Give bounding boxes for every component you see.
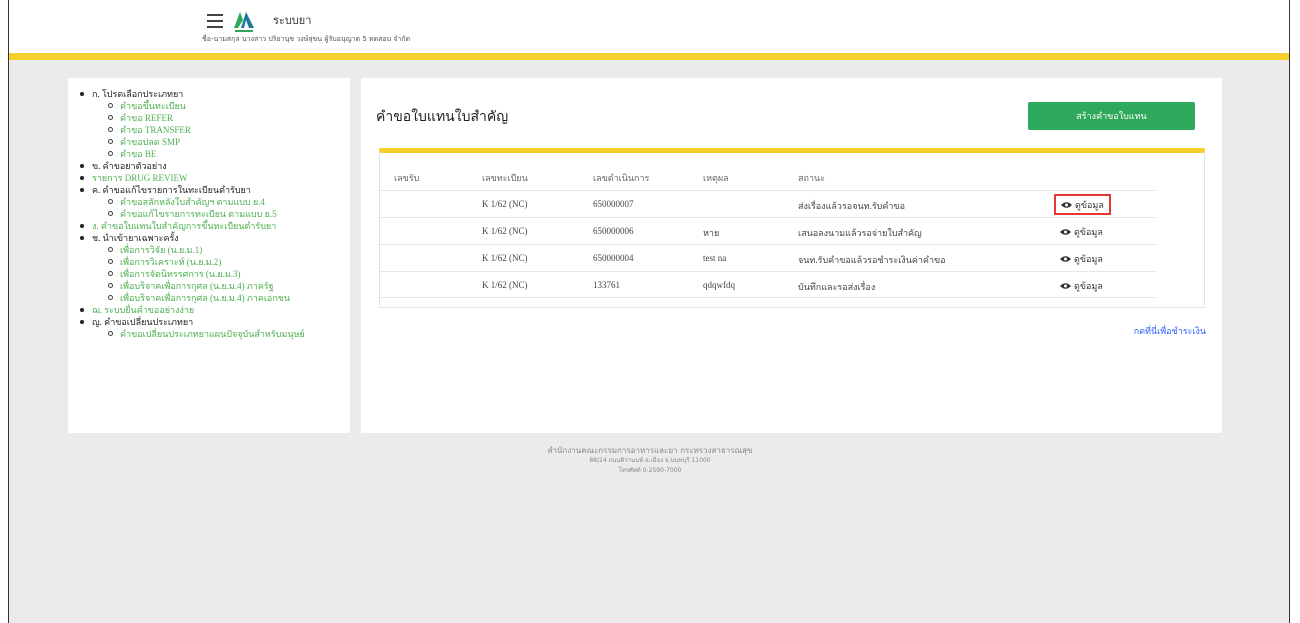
view-button[interactable]: ดูข้อมูล — [1054, 194, 1111, 215]
view-button[interactable]: ดูข้อมูล — [1054, 221, 1109, 242]
sidebar-section-import: ช. นำเข้ายาเฉพาะครั้ง — [80, 232, 350, 244]
page-title: คำขอใบแทนใบสำคัญ — [376, 109, 509, 125]
logo-icon — [234, 12, 254, 32]
payment-link[interactable]: กดที่นี่เพื่อชำระเงิน — [1134, 324, 1206, 338]
sidebar-item-refer[interactable]: คำขอ REFER — [80, 112, 350, 124]
table-row: K 1/62 (NC) 650000007 ส่งเรื่องแล้วรอจนท… — [380, 190, 1156, 217]
requests-table: เลขรับ เลขทะเบียน เลขดำเนินการ เหตุผล สถ… — [379, 148, 1205, 308]
sidebar-menu: ก. โปรดเลือกประเภทยา คำขอขึ้นทะเบียน คำข… — [68, 78, 350, 433]
eye-icon — [1061, 201, 1072, 208]
table-row: K 1/62 (NC) 133761 qdqwfdq บันทึกและรอส่… — [380, 271, 1156, 298]
sidebar-item-drug-review[interactable]: รายการ DRUG REVIEW — [80, 172, 350, 184]
col-receive-no: เลขรับ — [394, 173, 420, 183]
col-status: สถานะ — [798, 173, 825, 183]
col-reg-no: เลขทะเบียน — [482, 173, 528, 183]
table-row: K 1/62 (NC) 650000006 หาย เสนอลงนามแล้วร… — [380, 217, 1156, 244]
sidebar-item-be[interactable]: คำขอ BE — [80, 148, 350, 160]
create-replacement-button[interactable]: สร้างคำขอใบแทน — [1028, 102, 1195, 130]
sidebar-section-b: ข. คำขอยาตัวอย่าง — [80, 160, 350, 172]
header-accent-bar — [9, 53, 1289, 60]
sidebar-section-a: ก. โปรดเลือกประเภทยา — [80, 88, 350, 100]
main-panel: คำขอใบแทนใบสำคัญ สร้างคำขอใบแทน เลขรับ เ… — [361, 78, 1222, 433]
sidebar-item-transfer[interactable]: คำขอ TRANSFER — [80, 124, 350, 136]
sidebar-item-research[interactable]: เพื่อการวิจัย (น.ย.ม.1) — [80, 244, 350, 256]
footer-phone: โทรศัพท์ 0-2590-7000 — [618, 467, 682, 474]
sidebar-item-exhibition[interactable]: เพื่อการจัดนิทรรศการ (น.ย.ม.3) — [80, 268, 350, 280]
sidebar-item-simple-request[interactable]: ฌ. ระบบยื่นคำขออย่างง่าย — [80, 304, 350, 316]
eye-icon — [1060, 255, 1071, 262]
sidebar-section-change-type: ญ. คำขอเปลี่ยนประเภทยา — [80, 316, 350, 328]
table-row: K 1/62 (NC) 650000004 test na จนท.รับคำข… — [380, 244, 1156, 271]
sidebar-item-y4[interactable]: คำขอสลักหลังใบสำคัญฯ ตามแบบ ย.4 — [80, 196, 350, 208]
view-button[interactable]: ดูข้อมูล — [1054, 275, 1109, 296]
table-header: เลขรับ เลขทะเบียน เลขดำเนินการ เหตุผล สถ… — [380, 163, 1156, 190]
footer: สำนักงานคณะกรรมการอาหารและยา กระทรวงสาธา… — [0, 446, 1300, 476]
sidebar-item-smp[interactable]: คำขอปลด SMP — [80, 136, 350, 148]
hamburger-icon[interactable] — [207, 14, 223, 28]
footer-org: สำนักงานคณะกรรมการอาหารและยา กระทรวงสาธา… — [547, 446, 753, 455]
eye-icon — [1060, 228, 1071, 235]
header: ระบบยา ชื่อ-นามสกุล นางสาว ปริยานุช วงษ์… — [9, 0, 1289, 53]
sidebar-item-y5[interactable]: คำขอแก้ไขรายการทะเบียน ตามแบบ ย.5 — [80, 208, 350, 220]
col-reason: เหตุผล — [703, 173, 729, 183]
sidebar-item-register[interactable]: คำขอขึ้นทะเบียน — [80, 100, 350, 112]
sidebar-item-donate-gov[interactable]: เพื่อบริจาคเพื่อการกุศล (น.ย.ม.4) ภาครัฐ — [80, 280, 350, 292]
sidebar-item-change-type-human[interactable]: คำขอเปลี่ยนประเภทยาแผนปัจจุบันสำหรับมนุษ… — [80, 328, 350, 340]
app-title: ระบบยา — [273, 14, 312, 27]
eye-icon — [1060, 282, 1071, 289]
sidebar-section-c: ค. คำขอแก้ไขรายการในทะเบียนตำรับยา — [80, 184, 350, 196]
footer-address: 88/24 ถนนติวานนท์ อ.เมือง จ.นนทบุรี 1100… — [589, 457, 711, 464]
sidebar-item-donate-private[interactable]: เพื่อบริจาคเพื่อการกุศล (น.ย.ม.4) ภาคเอก… — [80, 292, 350, 304]
user-info: ชื่อ-นามสกุล นางสาว ปริยานุช วงษ์สุขน ผู… — [202, 35, 411, 43]
col-process-no: เลขดำเนินการ — [593, 173, 650, 183]
sidebar-item-analysis[interactable]: เพื่อการวิเคราะห์ (น.ย.ม.2) — [80, 256, 350, 268]
sidebar-item-replacement[interactable]: ง. คำขอใบแทนใบสำคัญการขึ้นทะเบียนตำรับยา — [80, 220, 350, 232]
view-button[interactable]: ดูข้อมูล — [1054, 248, 1109, 269]
